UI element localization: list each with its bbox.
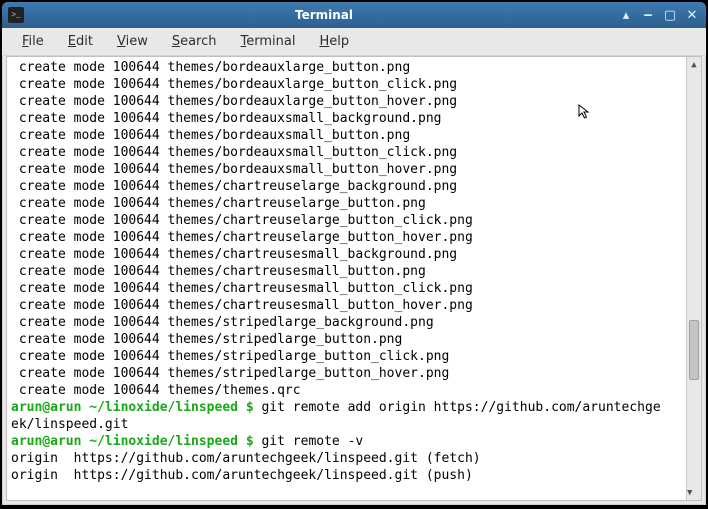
scroll-track[interactable] [687,72,701,485]
menu-edit[interactable]: Edit [58,31,103,52]
titlebar: >_ Terminal ▴ ‒ ▢ ✕ [2,2,706,28]
minimize-button[interactable]: ‒ [640,7,656,23]
terminal-icon: >_ [8,7,24,23]
menu-view[interactable]: View [107,31,158,52]
scroll-down-icon[interactable]: ▼ [687,485,692,500]
close-button[interactable]: ✕ [684,7,700,23]
terminal-content[interactable]: create mode 100644 themes/bordeauxlarge_… [7,57,686,500]
window-controls: ▴ ‒ ▢ ✕ [618,7,700,23]
menu-file[interactable]: File [12,31,54,52]
terminal-area: create mode 100644 themes/bordeauxlarge_… [6,56,702,501]
maximize-button[interactable]: ▢ [662,7,678,23]
scrollbar[interactable]: ▲ ▼ [686,57,701,500]
window-title: Terminal [30,8,618,22]
terminal-window: >_ Terminal ▴ ‒ ▢ ✕ File Edit View Searc… [2,2,706,505]
menu-terminal[interactable]: Terminal [231,31,306,52]
scroll-thumb[interactable] [689,320,699,380]
menu-search[interactable]: Search [162,31,227,52]
scroll-up-icon[interactable]: ▲ [687,57,701,72]
menu-help[interactable]: Help [309,31,359,52]
rollup-button[interactable]: ▴ [618,7,634,23]
menubar: File Edit View Search Terminal Help [2,28,706,56]
